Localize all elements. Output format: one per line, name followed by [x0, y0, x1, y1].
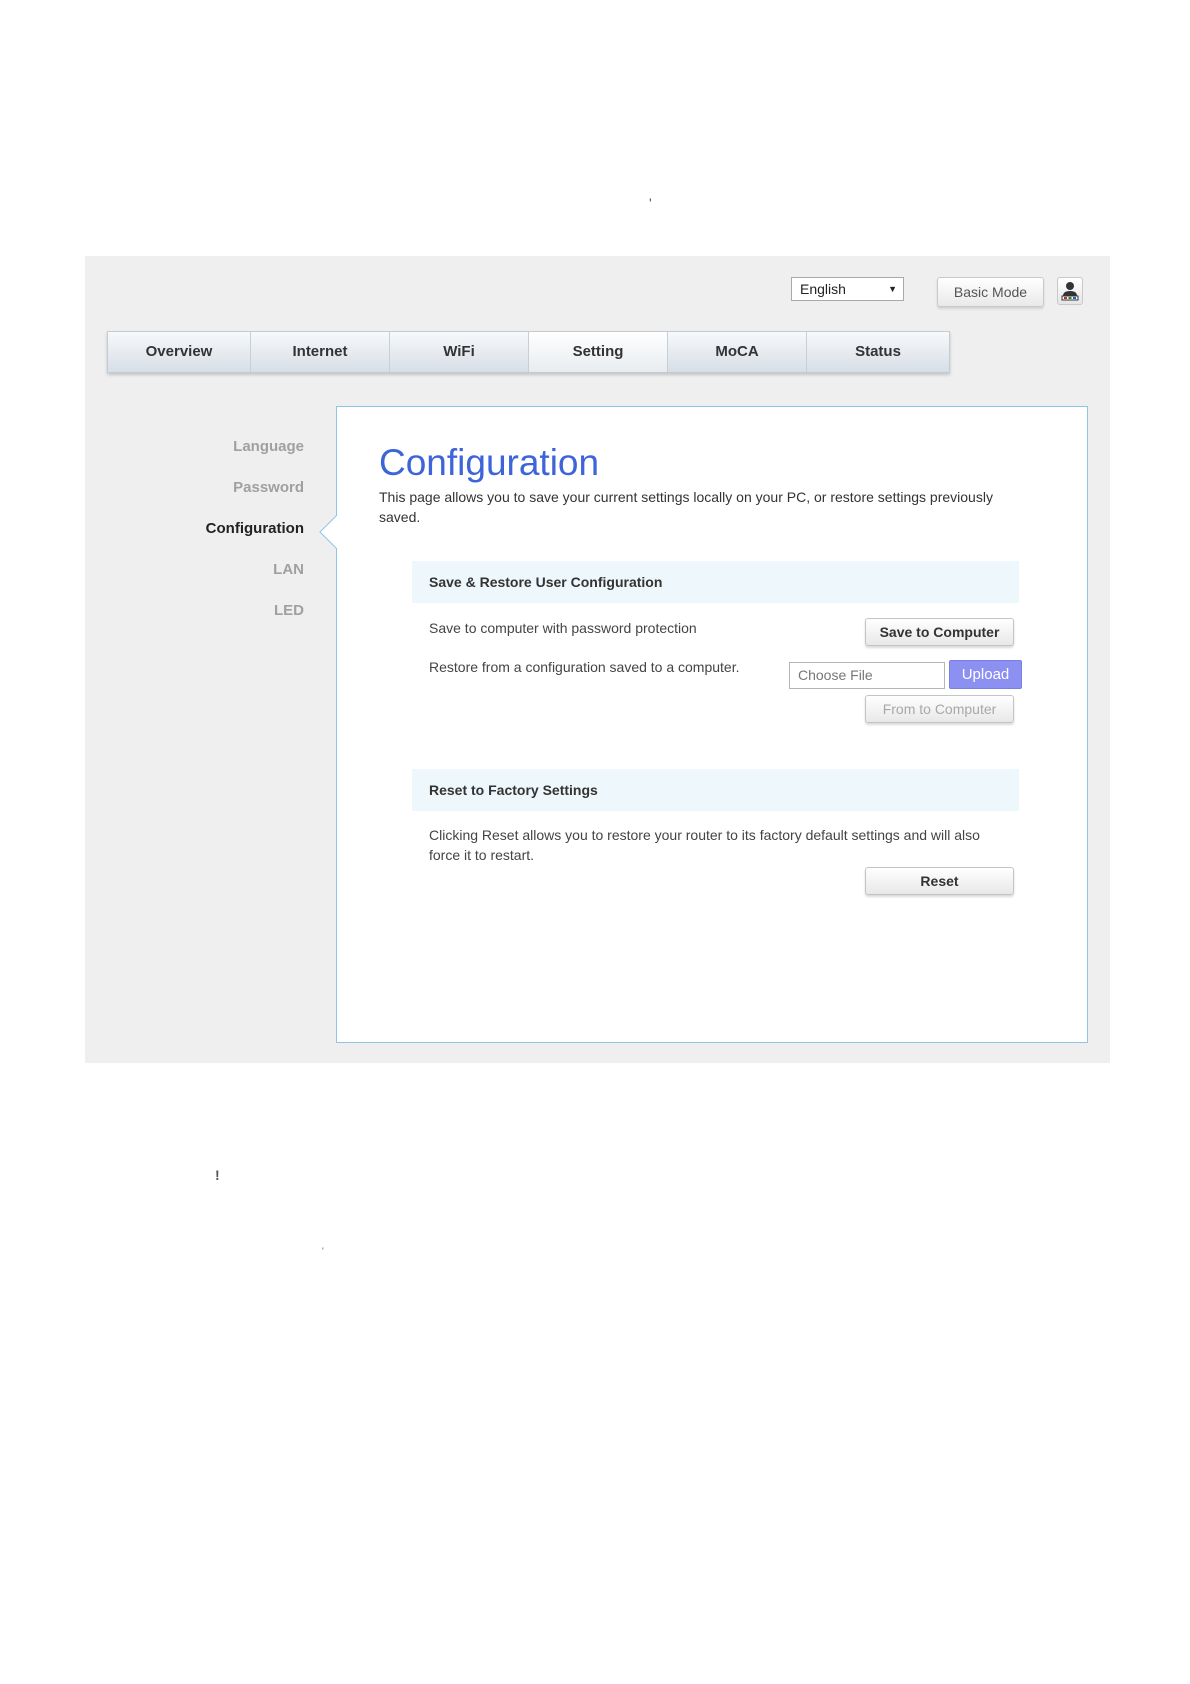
language-select-value: English [800, 281, 846, 297]
sidebar-item-password[interactable]: Password [233, 479, 304, 496]
tab-wifi[interactable]: WiFi [390, 332, 529, 372]
sidebar-item-configuration[interactable]: Configuration [206, 520, 304, 537]
reset-section-header: Reset to Factory Settings [412, 769, 1019, 811]
account-button[interactable] [1057, 277, 1083, 305]
router-settings-window: English ▼ Basic Mode Overview Internet W… [85, 256, 1110, 1063]
reset-button[interactable]: Reset [865, 867, 1014, 895]
active-item-pointer-icon [319, 515, 338, 549]
configuration-panel: Configuration This page allows you to sa… [336, 406, 1088, 1043]
tab-overview[interactable]: Overview [108, 332, 251, 372]
user-admin-icon [1061, 282, 1079, 301]
page-title: Configuration [379, 442, 600, 483]
sidebar-item-lan[interactable]: LAN [273, 561, 304, 578]
save-to-computer-button[interactable]: Save to Computer [865, 618, 1014, 646]
sidebar-item-language[interactable]: Language [233, 438, 304, 455]
stray-mark: ' [322, 1246, 324, 1256]
dropdown-caret-icon: ▼ [888, 284, 897, 294]
basic-mode-button[interactable]: Basic Mode [937, 277, 1044, 307]
main-tabs: Overview Internet WiFi Setting MoCA Stat… [107, 331, 950, 373]
save-restore-section-header: Save & Restore User Configuration [412, 561, 1019, 603]
sidebar-item-led[interactable]: LED [274, 602, 304, 619]
page-description: This page allows you to save your curren… [379, 489, 993, 525]
tab-moca[interactable]: MoCA [668, 332, 807, 372]
language-select[interactable]: English ▼ [791, 277, 904, 301]
tab-status[interactable]: Status [807, 332, 949, 372]
save-description: Save to computer with password protectio… [429, 620, 697, 636]
stray-mark: ! [215, 1167, 220, 1183]
from-computer-button[interactable]: From to Computer [865, 695, 1014, 723]
tab-internet[interactable]: Internet [251, 332, 390, 372]
reset-description: Clicking Reset allows you to restore you… [429, 827, 980, 863]
choose-file-input[interactable]: Choose File [789, 662, 945, 689]
tab-setting[interactable]: Setting [529, 332, 668, 372]
upload-button[interactable]: Upload [949, 660, 1022, 689]
stray-mark: ' [649, 195, 652, 211]
restore-description: Restore from a configuration saved to a … [429, 659, 740, 675]
